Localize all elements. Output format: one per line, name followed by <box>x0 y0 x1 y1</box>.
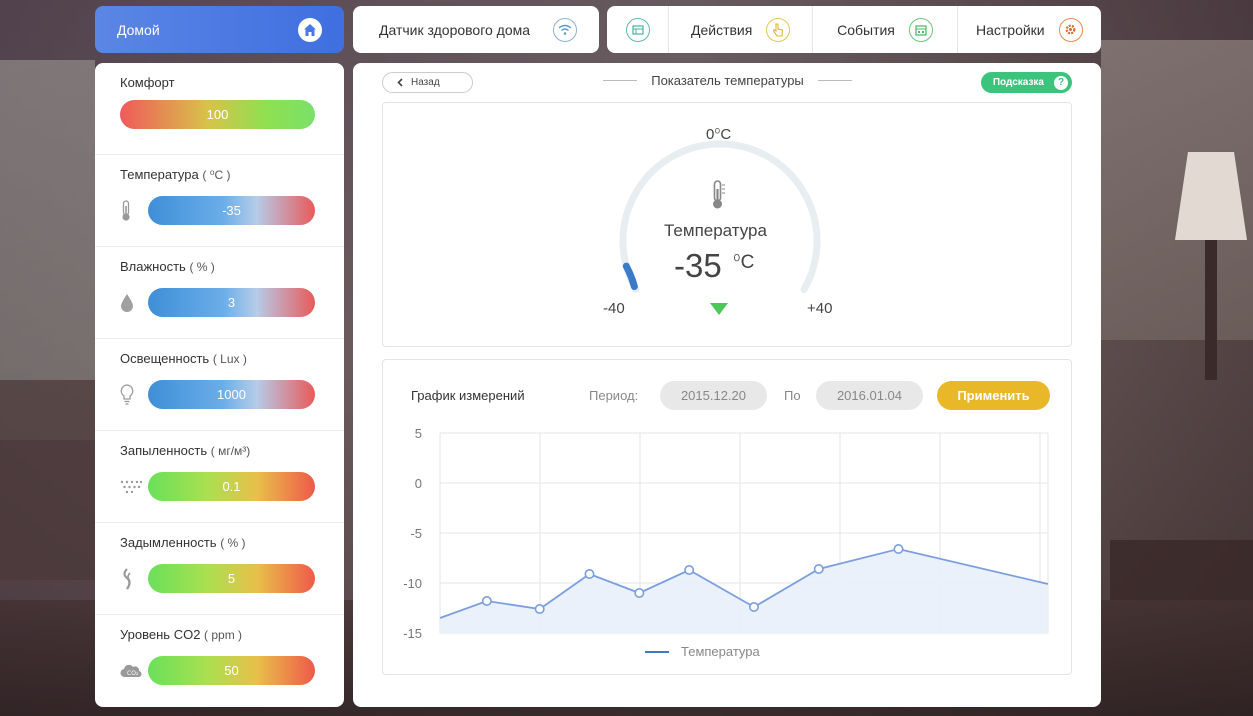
sidebar-item-smoke[interactable]: Задымленность ( % ) 5 <box>95 523 344 615</box>
y-tick-label: -10 <box>403 576 422 591</box>
hint-label: Подсказка <box>992 77 1044 88</box>
nav-label-events: События <box>837 21 895 38</box>
temperature-value-bar: -35 <box>148 196 315 225</box>
humidity-value-bar: 3 <box>148 288 315 317</box>
y-tick-label: 5 <box>415 426 422 441</box>
dust-unit: ( мг/м³) <box>210 444 251 458</box>
comfort-title: Комфорт <box>120 75 175 90</box>
temperature-unit: ( ⁰C ) <box>202 168 231 182</box>
data-point[interactable] <box>481 596 492 607</box>
background-table <box>1110 540 1253 600</box>
calendar-icon <box>908 17 933 42</box>
page-title: Показатель температуры <box>590 73 865 88</box>
title-divider-left <box>603 80 638 81</box>
co2-value-bar: 50 <box>148 656 315 685</box>
sidebar-item-dust[interactable]: Запыленность ( мг/м³) 0.1 <box>95 431 344 523</box>
y-tick-label: 0 <box>415 476 422 491</box>
data-point[interactable] <box>534 604 545 615</box>
data-point[interactable] <box>748 602 759 613</box>
smoke-title: Задымленность <box>120 535 217 550</box>
data-point[interactable] <box>813 564 824 575</box>
nav-item-actions[interactable]: Действия <box>669 6 814 53</box>
sensor-button[interactable]: Датчик здорового дома <box>353 6 599 53</box>
co2-cloud-icon: CO₂ <box>120 661 148 681</box>
wifi-icon <box>553 17 577 42</box>
dashboard-icon <box>625 17 650 42</box>
gauge-value: -35 <box>674 247 722 284</box>
chevron-left-icon <box>397 78 403 87</box>
illumination-value-bar: 1000 <box>148 380 315 409</box>
temperature-title: Температура <box>120 167 199 182</box>
smoke-value-bar: 5 <box>148 564 315 593</box>
home-label: Домой <box>117 21 160 38</box>
question-icon: ? <box>1054 75 1068 90</box>
nav-item-dashboard[interactable] <box>607 6 669 53</box>
nav-item-events[interactable]: События <box>813 6 958 53</box>
measurement-chart-panel: График измерений Период: 2015.12.20 По 2… <box>382 359 1072 675</box>
gauge-marker <box>710 303 728 315</box>
data-point[interactable] <box>584 569 595 580</box>
sidebar-item-co2[interactable]: Уровень CO2 ( ppm ) CO₂ 50 <box>95 615 344 707</box>
comfort-value-bar: 100 <box>120 100 315 129</box>
nav-label-settings: Настройки <box>975 21 1045 38</box>
co2-unit: ( ppm ) <box>204 628 243 642</box>
gauge-max-label: +40 <box>807 300 833 317</box>
y-tick-label: -5 <box>410 526 422 541</box>
humidity-unit: ( % ) <box>189 260 215 274</box>
top-navigation: Действия События Настройки <box>607 6 1101 53</box>
home-icon <box>298 17 322 42</box>
data-point[interactable] <box>684 565 695 576</box>
background-sofa <box>0 380 95 580</box>
thermometer-icon <box>120 199 148 221</box>
home-button[interactable]: Домой <box>95 6 344 53</box>
temperature-gauge-panel: 0⁰C Температура -35 ⁰C -40 +40 <box>382 102 1072 347</box>
gear-icon <box>1058 17 1083 42</box>
data-point[interactable] <box>634 588 645 599</box>
temperature-line-chart: 5 0 -5 -10 -15 Температура <box>403 426 1049 659</box>
gauge-name: Температура <box>664 221 767 240</box>
gauge-unit: ⁰C <box>733 252 755 273</box>
main-panel: Назад Показатель температуры Подсказка ?… <box>353 63 1101 707</box>
background-lamp-base <box>1205 240 1217 380</box>
sidebar-item-temperature[interactable]: Температура ( ⁰C ) -35 <box>95 155 344 247</box>
gauge-value-arc <box>622 262 638 291</box>
back-button[interactable]: Назад <box>382 72 473 93</box>
legend-label: Температура <box>681 644 761 659</box>
illumination-title: Освещенность <box>120 351 210 366</box>
sidebar-item-humidity[interactable]: Влажность ( % ) 3 <box>95 247 344 339</box>
back-label: Назад <box>411 77 440 88</box>
smoke-icon <box>120 567 148 590</box>
sensor-sidebar: Комфорт 100 Температура ( ⁰C ) -35 Влажн… <box>95 63 344 707</box>
title-divider-right <box>817 80 852 81</box>
data-point[interactable] <box>893 544 904 555</box>
water-drop-icon <box>120 293 148 313</box>
svg-text:CO₂: CO₂ <box>127 670 139 677</box>
light-bulb-icon <box>120 383 148 405</box>
sidebar-item-illumination[interactable]: Освещенность ( Lux ) 1000 <box>95 339 344 431</box>
dust-title: Запыленность <box>120 443 208 458</box>
y-tick-label: -15 <box>403 626 422 641</box>
sidebar-item-comfort[interactable]: Комфорт 100 <box>95 63 344 155</box>
co2-title: Уровень CO2 <box>120 627 201 642</box>
thermometer-icon <box>713 180 725 209</box>
page-title-text: Показатель температуры <box>651 73 804 88</box>
nav-item-settings[interactable]: Настройки <box>958 6 1101 53</box>
humidity-title: Влажность <box>120 259 186 274</box>
illumination-unit: ( Lux ) <box>212 352 247 366</box>
hand-pointer-icon <box>766 17 791 42</box>
series-area <box>440 549 1048 633</box>
dust-value-bar: 0.1 <box>148 472 315 501</box>
sensor-label: Датчик здорового дома <box>379 21 531 38</box>
smoke-unit: ( % ) <box>220 536 246 550</box>
nav-label-actions: Действия <box>690 21 753 38</box>
dust-particles-icon <box>120 477 148 497</box>
hint-button[interactable]: Подсказка ? <box>981 72 1072 93</box>
gauge-min-label: -40 <box>603 300 625 317</box>
